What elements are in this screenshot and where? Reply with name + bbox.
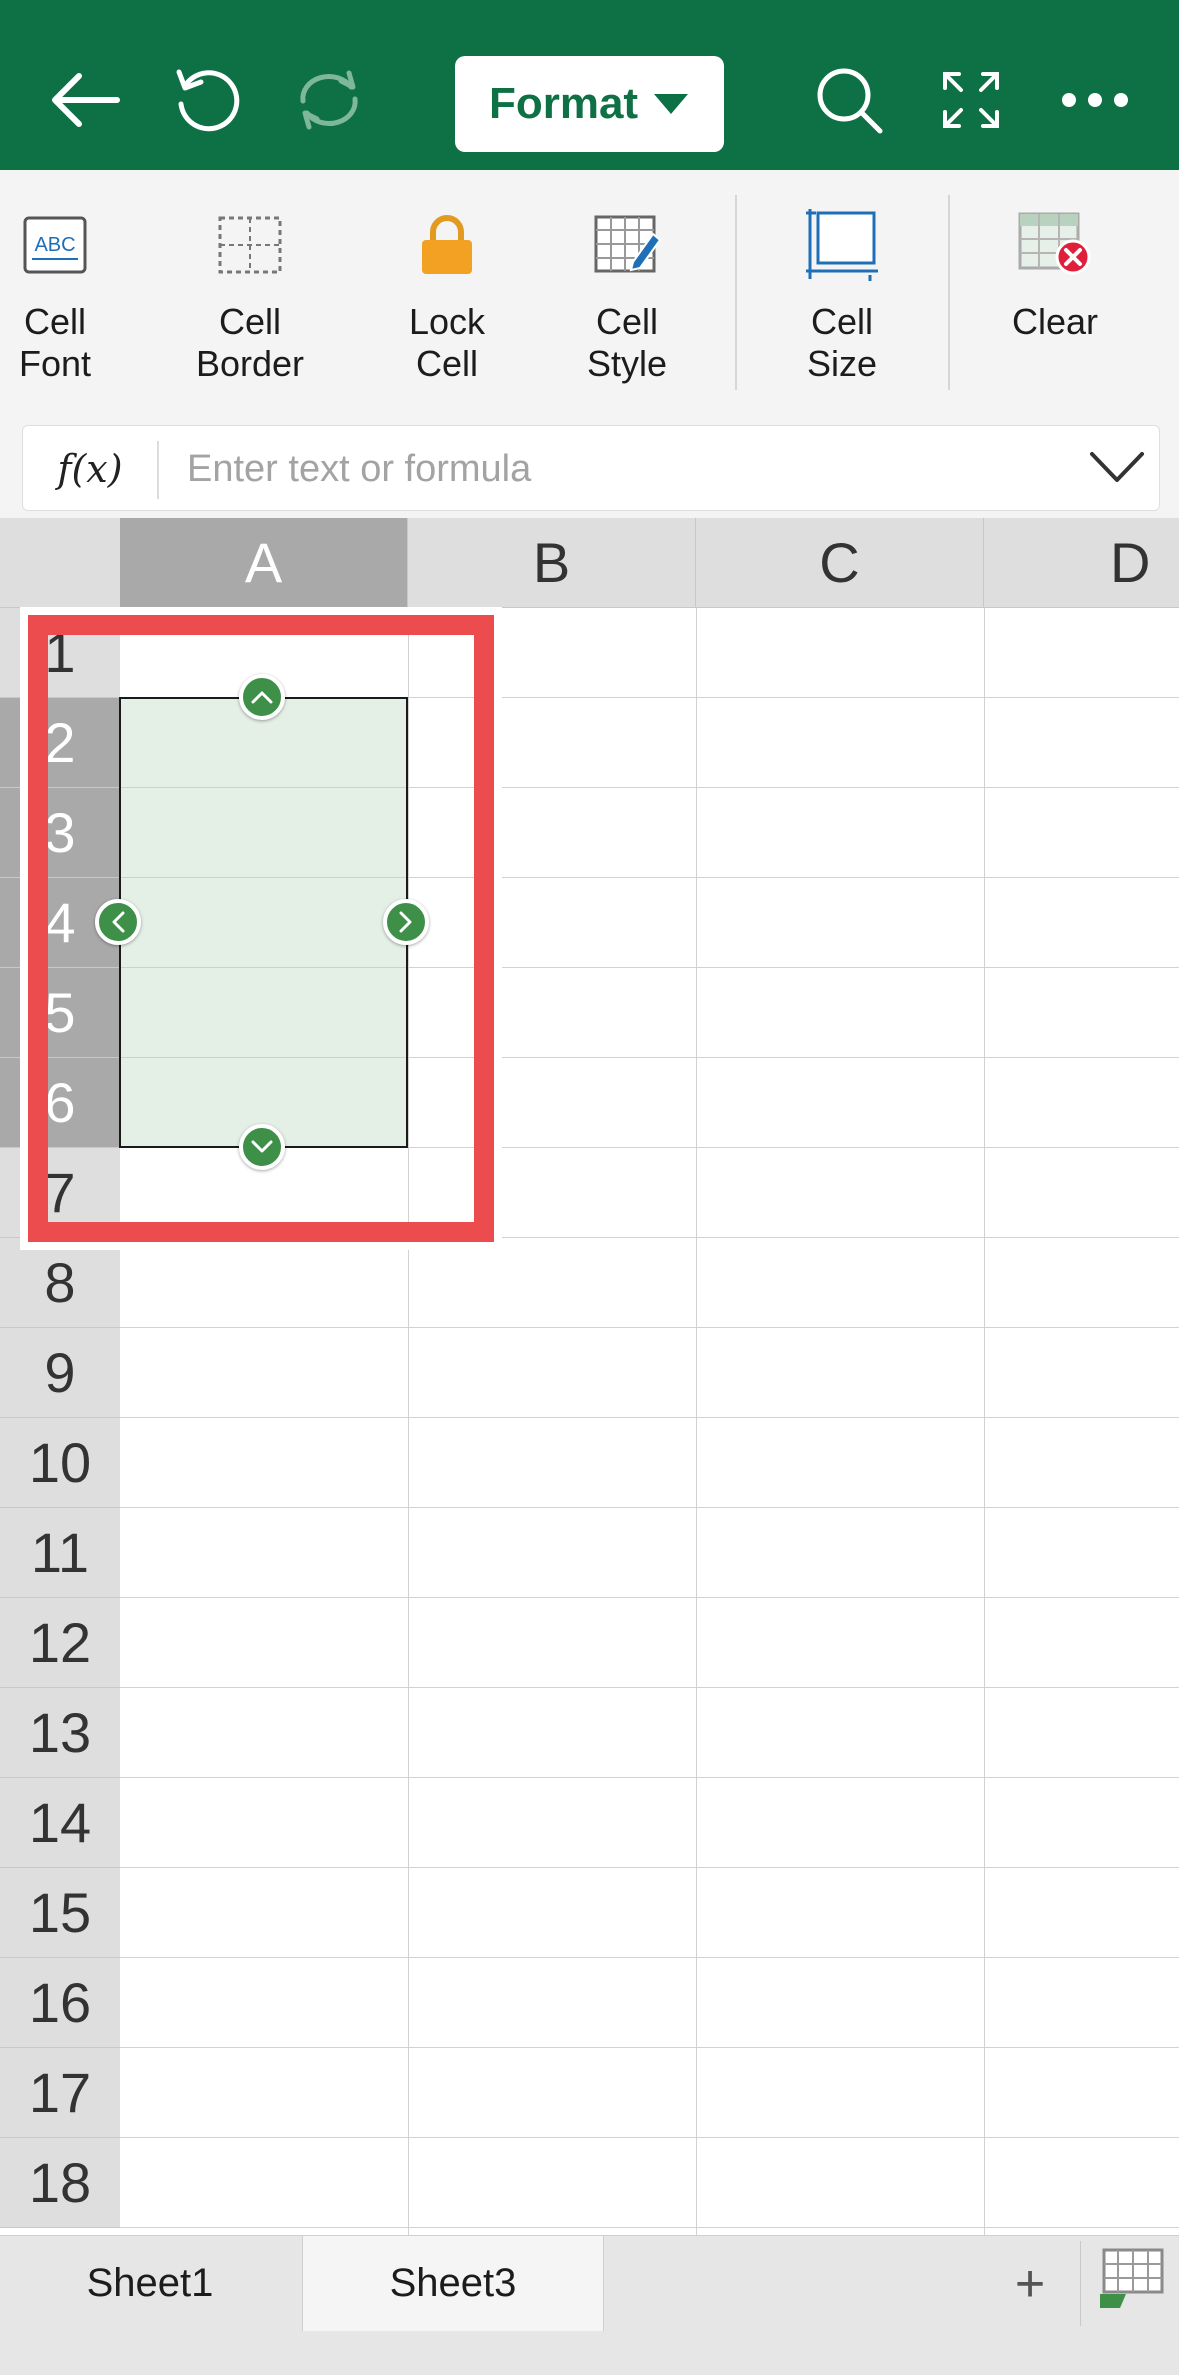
cell-border-label: Cell Border <box>195 301 305 384</box>
grid-row-line <box>120 2137 1179 2138</box>
arrow-left-icon <box>52 73 120 127</box>
grid-row-line <box>120 1417 1179 1418</box>
row-header-16[interactable]: 16 <box>0 1958 120 2048</box>
redo-icon <box>300 70 358 130</box>
grid-row-line <box>120 1327 1179 1328</box>
grid-row-line <box>120 2047 1179 2048</box>
cell-style-icon <box>594 215 661 273</box>
row-header-9[interactable]: 9 <box>0 1328 120 1418</box>
row-header-17[interactable]: 17 <box>0 2048 120 2138</box>
cell-font-button[interactable]: ABC Cell Font <box>0 195 110 395</box>
lock-cell-label: Lock Cell <box>408 301 486 384</box>
grid-row-line <box>120 1957 1179 1958</box>
column-header-d[interactable]: D <box>984 518 1179 608</box>
more-options-button[interactable] <box>1040 45 1150 155</box>
grid-row-line <box>120 2227 1179 2228</box>
chevron-down-icon[interactable] <box>1089 448 1145 488</box>
format-menu-button[interactable]: Format <box>455 56 724 152</box>
row-header-18[interactable]: 18 <box>0 2138 120 2228</box>
cell-font-icon-text: ABC <box>34 234 75 256</box>
search-icon <box>817 68 883 134</box>
cell-size-label: Cell Size <box>806 301 878 384</box>
lock-cell-button[interactable]: Lock Cell <box>392 195 502 395</box>
grid-row-line <box>120 1507 1179 1508</box>
cell-size-icon <box>806 209 878 281</box>
more-icon <box>1062 93 1128 107</box>
tab-bar-divider <box>1080 2241 1081 2326</box>
fx-label: f(x) <box>57 447 123 491</box>
row-header-14[interactable]: 14 <box>0 1778 120 1868</box>
redo-button[interactable] <box>274 45 384 155</box>
row-header-12[interactable]: 12 <box>0 1598 120 1688</box>
ribbon-divider <box>948 195 950 390</box>
undo-button[interactable] <box>152 45 262 155</box>
format-label: Format <box>488 79 639 128</box>
cell-style-button[interactable]: Cell Style <box>572 195 682 395</box>
cell-border-button[interactable]: Cell Border <box>195 195 305 395</box>
row-header-10[interactable]: 10 <box>0 1418 120 1508</box>
add-sheet-button[interactable]: + <box>990 2236 1070 2331</box>
grid-row-line <box>120 1597 1179 1598</box>
cell-border-icon <box>218 216 282 274</box>
grid-column-line <box>696 518 697 2235</box>
row-header-11[interactable]: 11 <box>0 1508 120 1598</box>
fullscreen-icon <box>943 72 999 128</box>
row-header-8[interactable]: 8 <box>0 1238 120 1328</box>
grid-row-line <box>120 1687 1179 1688</box>
formula-bar-divider <box>157 441 159 499</box>
search-button[interactable] <box>794 45 904 155</box>
cell-style-label: Cell Style <box>586 301 668 384</box>
formula-bar: f(x) <box>22 425 1160 511</box>
clear-label: Clear <box>1011 301 1099 342</box>
clear-icon <box>1018 212 1091 275</box>
app-toolbar: Format <box>0 0 1179 170</box>
undo-icon <box>176 69 240 132</box>
sheet-tab-sheet3[interactable]: Sheet3 <box>302 2236 604 2331</box>
grid-keyboard-icon[interactable] <box>1096 2246 1166 2316</box>
sheet-tab-sheet1[interactable]: Sheet1 <box>0 2236 300 2331</box>
column-header-b[interactable]: B <box>408 518 696 608</box>
ribbon-divider <box>735 195 737 390</box>
clear-button[interactable]: Clear <box>1000 195 1110 395</box>
formula-bar-area: f(x) <box>0 415 1179 518</box>
column-header-a[interactable]: A <box>120 518 408 608</box>
function-button[interactable]: f(x) <box>23 426 157 512</box>
sheet-tab-bar: Sheet1 Sheet3 + <box>0 2235 1179 2375</box>
cell-font-icon: ABC <box>23 216 87 274</box>
cell-size-button[interactable]: Cell Size <box>787 195 897 395</box>
back-button[interactable] <box>30 45 140 155</box>
formula-input[interactable] <box>187 444 1067 494</box>
row-header-15[interactable]: 15 <box>0 1868 120 1958</box>
select-all-corner[interactable] <box>0 518 120 608</box>
column-header-c[interactable]: C <box>696 518 984 608</box>
spreadsheet-grid[interactable]: A B C D 1 2 3 4 5 6 7 8 9 10 11 12 13 14… <box>0 518 1179 2235</box>
grid-column-line <box>984 518 985 2235</box>
highlight-annotation-box <box>28 615 494 1242</box>
lock-icon <box>422 215 472 274</box>
format-ribbon: ABC Cell Font Cell Border Lock Cell Cell… <box>0 170 1179 415</box>
grid-row-line <box>120 1777 1179 1778</box>
caret-down-icon <box>654 94 689 114</box>
row-header-13[interactable]: 13 <box>0 1688 120 1778</box>
cell-font-label: Cell Font <box>18 301 92 384</box>
grid-row-line <box>120 1867 1179 1868</box>
fullscreen-button[interactable] <box>916 45 1026 155</box>
